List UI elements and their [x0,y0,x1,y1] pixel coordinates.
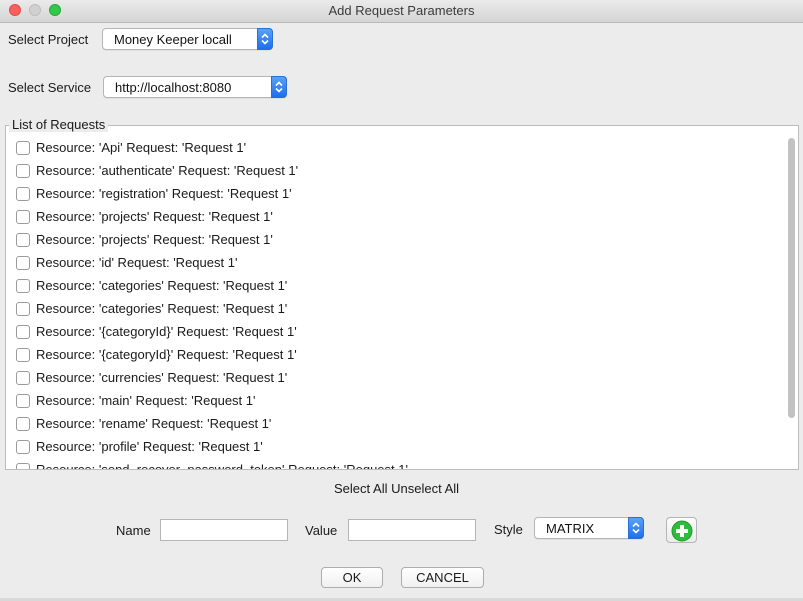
request-label: Resource: 'authenticate' Request: 'Reque… [36,163,299,178]
service-select[interactable]: http://localhost:8080 [103,76,287,98]
select-service-label: Select Service [8,80,92,95]
request-row[interactable]: Resource: 'projects' Request: 'Request 1… [6,228,784,251]
request-checkbox[interactable] [16,256,30,270]
style-label: Style [494,522,523,537]
value-field[interactable] [348,519,476,541]
up-down-chevron-icon [271,76,287,98]
request-label: Resource: '{categoryId}' Request: 'Reque… [36,324,297,339]
request-checkbox[interactable] [16,164,30,178]
request-label: Resource: 'id' Request: 'Request 1' [36,255,238,270]
request-checkbox[interactable] [16,440,30,454]
style-select-value: MATRIX [546,521,595,536]
request-checkbox[interactable] [16,325,30,339]
request-checkbox[interactable] [16,233,30,247]
request-row[interactable]: Resource: 'currencies' Request: 'Request… [6,366,784,389]
add-parameter-button[interactable] [666,517,697,543]
request-label: Resource: 'categories' Request: 'Request… [36,278,288,293]
request-checkbox[interactable] [16,394,30,408]
request-label: Resource: 'profile' Request: 'Request 1' [36,439,263,454]
request-checkbox[interactable] [16,279,30,293]
service-select-value: http://localhost:8080 [115,80,232,95]
request-row[interactable]: Resource: 'categories' Request: 'Request… [6,274,784,297]
request-row[interactable]: Resource: 'id' Request: 'Request 1' [6,251,784,274]
up-down-chevron-icon [628,517,644,539]
request-label: Resource: 'categories' Request: 'Request… [36,301,288,316]
list-scrollbar[interactable] [788,138,795,418]
requests-list-panel: Resource: 'Api' Request: 'Request 1' Reso… [5,125,799,470]
request-row[interactable]: Resource: 'rename' Request: 'Request 1' [6,412,784,435]
request-checkbox[interactable] [16,463,30,469]
request-row[interactable]: Resource: 'send_recover_password_token' … [6,458,784,469]
request-row[interactable]: Resource: 'Api' Request: 'Request 1' [6,136,784,159]
name-label: Name [116,523,151,538]
request-checkbox[interactable] [16,187,30,201]
request-row[interactable]: Resource: 'registration' Request: 'Reque… [6,182,784,205]
request-row[interactable]: Resource: 'authenticate' Request: 'Reque… [6,159,784,182]
requests-list-title: List of Requests [9,117,109,132]
request-row[interactable]: Resource: 'main' Request: 'Request 1' [6,389,784,412]
value-label: Value [305,523,338,538]
request-checkbox[interactable] [16,417,30,431]
ok-button[interactable]: OK [321,567,383,588]
request-checkbox[interactable] [16,348,30,362]
request-row[interactable]: Resource: 'profile' Request: 'Request 1' [6,435,784,458]
request-row[interactable]: Resource: 'categories' Request: 'Request… [6,297,784,320]
request-checkbox[interactable] [16,210,30,224]
window-title: Add Request Parameters [328,3,475,18]
request-label: Resource: 'registration' Request: 'Reque… [36,186,292,201]
select-project-label: Select Project [8,32,89,47]
request-checkbox[interactable] [16,141,30,155]
title-bar: Add Request Parameters [0,0,803,23]
unselect-all-button[interactable]: Unselect All [391,481,459,496]
request-row[interactable]: Resource: '{categoryId}' Request: 'Reque… [6,320,784,343]
request-label: Resource: '{categoryId}' Request: 'Reque… [36,347,297,362]
up-down-chevron-icon [257,28,273,50]
request-checkbox[interactable] [16,302,30,316]
request-label: Resource: 'main' Request: 'Request 1' [36,393,256,408]
request-label: Resource: 'send_recover_password_token' … [36,462,408,469]
cancel-button[interactable]: CANCEL [401,567,484,588]
selection-links: Select All Unselect All [334,481,459,496]
project-select[interactable]: Money Keeper locall [102,28,273,50]
request-label: Resource: 'projects' Request: 'Request 1… [36,209,273,224]
name-field[interactable] [160,519,288,541]
request-label: Resource: 'Api' Request: 'Request 1' [36,140,247,155]
style-select[interactable]: MATRIX [534,517,644,539]
request-checkbox[interactable] [16,371,30,385]
request-row[interactable]: Resource: 'projects' Request: 'Request 1… [6,205,784,228]
project-select-value: Money Keeper locall [114,32,232,47]
select-all-button[interactable]: Select All [334,481,387,496]
request-row[interactable]: Resource: '{categoryId}' Request: 'Reque… [6,343,784,366]
request-label: Resource: 'currencies' Request: 'Request… [36,370,288,385]
request-label: Resource: 'rename' Request: 'Request 1' [36,416,272,431]
requests-list: Resource: 'Api' Request: 'Request 1' Reso… [6,136,784,469]
request-label: Resource: 'projects' Request: 'Request 1… [36,232,273,247]
